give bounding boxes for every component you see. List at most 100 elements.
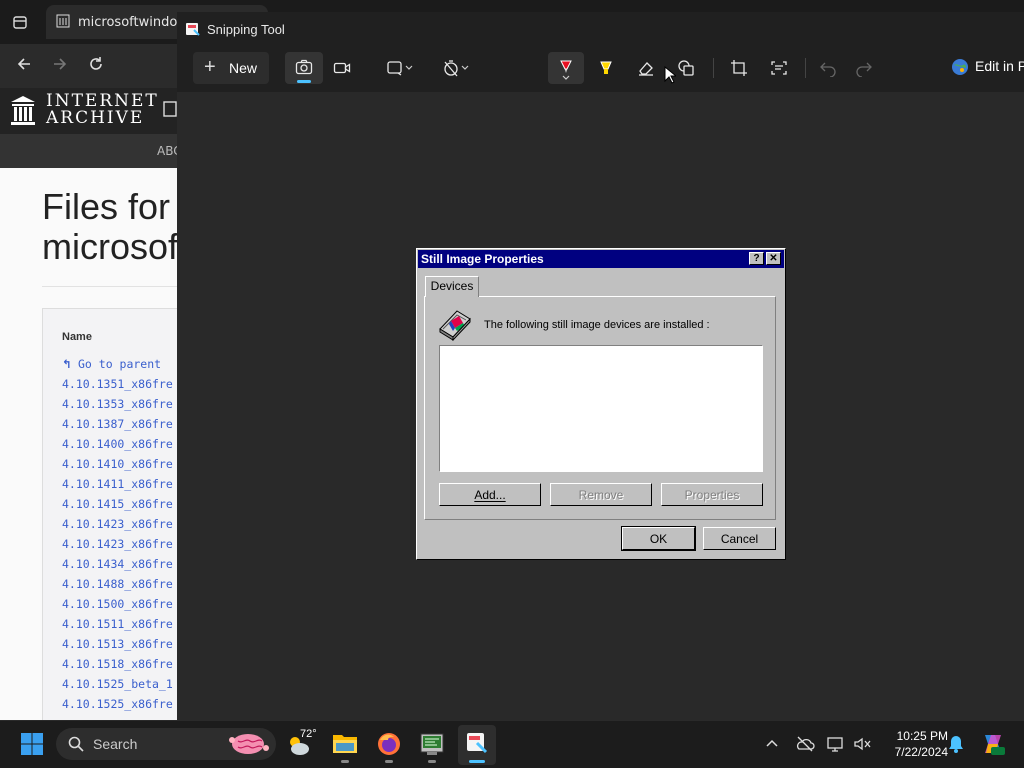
active-mode-indicator	[297, 80, 311, 83]
text-actions-icon	[771, 61, 787, 75]
cancel-button[interactable]: Cancel	[703, 527, 776, 550]
file-link[interactable]: 4.10.1518_x86fre	[62, 654, 173, 674]
file-link[interactable]: 4.10.1410_x86fre	[62, 454, 173, 474]
up-arrow-icon: ↰	[62, 357, 72, 371]
firefox-icon[interactable]	[376, 731, 402, 757]
running-indicator	[385, 760, 393, 763]
snipping-tool-app-icon	[186, 23, 200, 36]
file-link[interactable]: 4.10.1500_x86fre	[62, 594, 173, 614]
taskbar-clock[interactable]: 10:25 PM 7/22/2024	[878, 728, 948, 760]
go-to-parent-link[interactable]: ↰ Go to parent	[62, 354, 173, 374]
notification-bell-icon[interactable]	[947, 734, 965, 754]
undo-icon	[820, 62, 836, 77]
taskbar-search[interactable]: Search	[56, 728, 276, 760]
video-camera-icon	[333, 62, 351, 74]
help-icon: ?	[753, 253, 760, 264]
remove-button-label: Remove	[578, 487, 624, 502]
chevron-down-icon	[562, 75, 570, 80]
clock-date: 7/22/2024	[894, 745, 948, 759]
page-title-line2: microsof	[42, 226, 179, 267]
toolbar-divider	[713, 58, 714, 78]
snipping-tool-taskbar-button[interactable]	[458, 725, 496, 765]
file-link[interactable]: 4.10.1434_x86fre	[62, 554, 173, 574]
eraser-tool-button[interactable]	[632, 52, 660, 84]
file-link[interactable]: 4.10.1511_x86fre	[62, 614, 173, 634]
crop-icon	[731, 60, 747, 76]
remove-button[interactable]: Remove	[550, 483, 652, 506]
name-column-header[interactable]: Name	[62, 331, 92, 343]
file-link[interactable]: 4.10.1411_x86fre	[62, 474, 173, 494]
speaker-muted-icon[interactable]	[852, 734, 872, 754]
back-icon[interactable]	[10, 50, 38, 78]
rectangle-snip-icon	[387, 61, 402, 76]
display-icon[interactable]	[826, 734, 846, 754]
dialog-title: Still Image Properties	[421, 252, 544, 266]
tab-actions-icon[interactable]	[6, 8, 34, 36]
camera-icon	[295, 59, 313, 75]
file-link[interactable]: 4.10.1415_x86fre	[62, 494, 173, 514]
file-link[interactable]: 4.10.1525_x86fre	[62, 694, 173, 714]
shapes-tool-button[interactable]	[672, 52, 700, 84]
weather-widget[interactable]: 72°	[286, 728, 320, 762]
undo-button[interactable]	[814, 52, 842, 84]
copilot-icon[interactable]	[980, 731, 1006, 757]
crop-button[interactable]	[725, 52, 753, 84]
archive-logo-icon[interactable]	[9, 94, 37, 126]
file-link[interactable]: 4.10.1387_x86fre	[62, 414, 173, 434]
pen-tool-button[interactable]	[548, 52, 584, 84]
highlighter-tool-button[interactable]	[592, 52, 620, 84]
onedrive-icon[interactable]	[795, 734, 815, 754]
toolbar-divider	[805, 58, 806, 78]
plus-icon: +	[204, 56, 216, 78]
file-link[interactable]: 4.10.1513_x86fre	[62, 634, 173, 654]
devices-list[interactable]	[439, 345, 763, 472]
windows-start-icon[interactable]	[20, 732, 44, 756]
close-icon: ✕	[769, 253, 778, 264]
file-link[interactable]: 4.10.1488_x86fre	[62, 574, 173, 594]
archive-logo-line2: ARCHIVE	[46, 108, 145, 128]
running-indicator	[341, 760, 349, 763]
reload-icon[interactable]	[82, 50, 110, 78]
file-link[interactable]: 4.10.1351_x86fre	[62, 374, 173, 394]
forward-icon[interactable]	[46, 50, 74, 78]
archive-favicon-icon	[56, 14, 70, 28]
file-link[interactable]: 4.10.1525_beta_1	[62, 674, 173, 694]
dialog-titlebar: Still Image Properties ? ✕	[418, 250, 784, 268]
delay-dropdown[interactable]	[438, 52, 474, 84]
page-title-line1: Files for	[42, 186, 171, 227]
active-app-indicator	[469, 760, 485, 763]
edit-in-paint-label[interactable]: Edit in P	[975, 58, 1024, 74]
ok-button[interactable]: OK	[621, 526, 696, 551]
new-snip-button[interactable]: + New	[193, 52, 269, 84]
scanner-icon	[439, 310, 471, 341]
clock-time: 10:25 PM	[896, 729, 948, 743]
chevron-up-icon[interactable]	[762, 734, 782, 754]
file-link[interactable]: 4.10.1423_x86fre	[62, 534, 173, 554]
virtual-machine-icon[interactable]	[419, 731, 445, 757]
file-link[interactable]: 4.10.1353_x86fre	[62, 394, 173, 414]
file-link[interactable]: 4.10.1400_x86fre	[62, 434, 173, 454]
properties-button[interactable]: Properties	[661, 483, 763, 506]
tab-devices[interactable]: Devices	[425, 276, 479, 297]
browser-tab-title: microsoftwindows	[78, 15, 178, 30]
help-button[interactable]: ?	[749, 252, 764, 265]
redo-button[interactable]	[850, 52, 878, 84]
text-actions-button[interactable]	[765, 52, 793, 84]
snipping-tool-titlebar: Snipping Tool	[177, 12, 1024, 46]
search-label: Search	[93, 736, 138, 752]
snip-shape-dropdown[interactable]	[382, 52, 418, 84]
eraser-icon	[639, 62, 653, 76]
add-button[interactable]: Add...	[439, 483, 541, 506]
close-button[interactable]: ✕	[766, 252, 781, 265]
no-delay-timer-icon	[444, 60, 458, 77]
screenshot-mode-button[interactable]	[285, 52, 323, 84]
video-mode-button[interactable]	[329, 52, 355, 84]
edit-in-paint-button[interactable]	[951, 58, 969, 76]
search-highlight-brain-icon	[229, 734, 269, 754]
media-menu-icon[interactable]	[163, 100, 177, 118]
file-link[interactable]: 4.10.1423_x86fre	[62, 514, 173, 534]
chevron-down-icon	[461, 65, 469, 70]
snipping-tool-title: Snipping Tool	[207, 22, 285, 37]
file-explorer-icon[interactable]	[332, 731, 358, 755]
archive-logo-text: INTERNET ARCHIVE	[46, 93, 159, 127]
